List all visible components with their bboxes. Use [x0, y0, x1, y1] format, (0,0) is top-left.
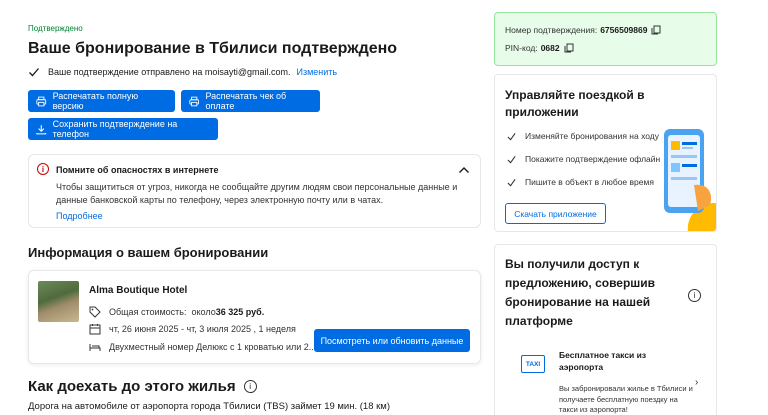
taxi-offer-body: Вы забронировали жилье в Тбилиси и получ… [559, 384, 693, 414]
directions-title: Как доехать до этого жилья i [28, 378, 257, 395]
app-promo-title: Управляйте поездкой в приложении [505, 88, 645, 119]
printer-icon [189, 96, 200, 106]
directions-title-text: Как доехать до этого жилья [28, 378, 236, 395]
save-to-phone-button[interactable]: Сохранить подтверждение на телефон [28, 118, 218, 140]
checkmark-icon [507, 178, 516, 186]
confirmation-number-label: Номер подтверждения: [505, 25, 598, 35]
cost-label: Общая стоимость: [109, 307, 187, 317]
dates-row: чт, 26 июня 2025 - чт, 3 июля 2025 , 1 н… [89, 323, 296, 335]
print-receipt-label: Распечатать чек об оплате [205, 91, 287, 111]
hotel-card: Alma Boutique Hotel Общая стоимость: око… [28, 270, 481, 364]
print-full-label: Распечатать полную версию [52, 91, 139, 111]
cost-row: Общая стоимость: около 36 325 руб. [89, 306, 264, 318]
printer-icon [36, 96, 47, 106]
print-receipt-button[interactable]: Распечатать чек об оплате [181, 90, 320, 112]
taxi-icon: TAXI [521, 355, 545, 373]
room-row: Двухместный номер Делюкс с 1 кроватью ил… [89, 341, 316, 353]
app-feature-item: Изменяйте бронирования на ходу [507, 131, 659, 141]
download-app-button[interactable]: Скачать приложение [505, 203, 606, 224]
pin-row: PIN-код: 0682 [505, 43, 574, 53]
checkmark-icon [29, 68, 39, 77]
app-promo-card: Управляйте поездкой в приложении Изменяй… [494, 74, 717, 232]
confirmation-box: Номер подтверждения: 6756509869 PIN-код:… [494, 12, 717, 66]
pin-value: 0682 [540, 43, 560, 53]
alert-body: Чтобы защититься от угроз, никогда не со… [56, 182, 458, 205]
hotel-name[interactable]: Alma Boutique Hotel [89, 285, 187, 296]
bed-icon [89, 344, 101, 351]
confirmation-number-row: Номер подтверждения: 6756509869 [505, 25, 661, 35]
print-full-button[interactable]: Распечатать полную версию [28, 90, 175, 112]
copy-icon[interactable] [651, 25, 661, 35]
pin-label: PIN-код: [505, 43, 538, 53]
warning-info-icon: i [37, 163, 49, 175]
email-sent-text: Ваше подтверждение отправлено на moisayt… [48, 67, 291, 77]
offer-card: Вы получили доступ к предложению, соверш… [494, 244, 717, 415]
copy-icon[interactable] [564, 43, 574, 53]
booking-section-title: Информация о вашем бронировании [28, 245, 269, 260]
app-feature-item: Покажите подтверждение офлайн [507, 154, 660, 164]
taxi-offer-title[interactable]: Бесплатное такси из аэропорта [559, 349, 669, 373]
calendar-icon [89, 324, 101, 335]
download-icon [36, 124, 47, 134]
app-feature-text: Покажите подтверждение офлайн [525, 154, 661, 164]
directions-subtitle: Дорога на автомобиле от аэропорта города… [28, 401, 390, 412]
cost-prefix: около [191, 307, 216, 317]
alert-more-link[interactable]: Подробнее [56, 211, 103, 221]
booking-dates: чт, 26 июня 2025 - чт, 3 июля 2025 , 1 н… [109, 324, 296, 334]
alert-title: Помните об опасностях в интернете [56, 165, 219, 175]
page-title: Ваше бронирование в Тбилиси подтверждено [28, 40, 398, 57]
change-email-link[interactable]: Изменить [297, 67, 338, 77]
status-label: Подтверждено [28, 24, 83, 33]
price-tag-icon [89, 306, 101, 318]
chevron-up-icon[interactable] [458, 165, 470, 175]
email-sent-line: Ваше подтверждение отправлено на moisayt… [28, 66, 337, 78]
room-type: Двухместный номер Делюкс с 1 кроватью ил… [109, 342, 317, 352]
info-icon[interactable]: i [688, 289, 701, 302]
safety-alert: i Помните об опасностях в интернете Чтоб… [28, 154, 481, 228]
checkmark-icon [507, 132, 516, 140]
view-update-button[interactable]: Посмотреть или обновить данные [314, 329, 470, 352]
phone-illustration-icon [664, 129, 716, 231]
app-feature-text: Пишите в объект в любое время [525, 177, 654, 187]
cost-value: 36 325 руб. [215, 307, 265, 317]
confirmation-number-value: 6756509869 [600, 25, 648, 35]
info-icon[interactable]: i [243, 380, 257, 393]
app-feature-item: Пишите в объект в любое время [507, 177, 654, 187]
offer-title: Вы получили доступ к предложению, соверш… [505, 257, 656, 328]
hotel-photo[interactable] [38, 281, 79, 322]
checkmark-icon [507, 155, 516, 163]
app-feature-text: Изменяйте бронирования на ходу [525, 131, 659, 141]
save-to-phone-label: Сохранить подтверждение на телефон [52, 119, 178, 139]
chevron-right-icon[interactable]: › [695, 377, 698, 388]
